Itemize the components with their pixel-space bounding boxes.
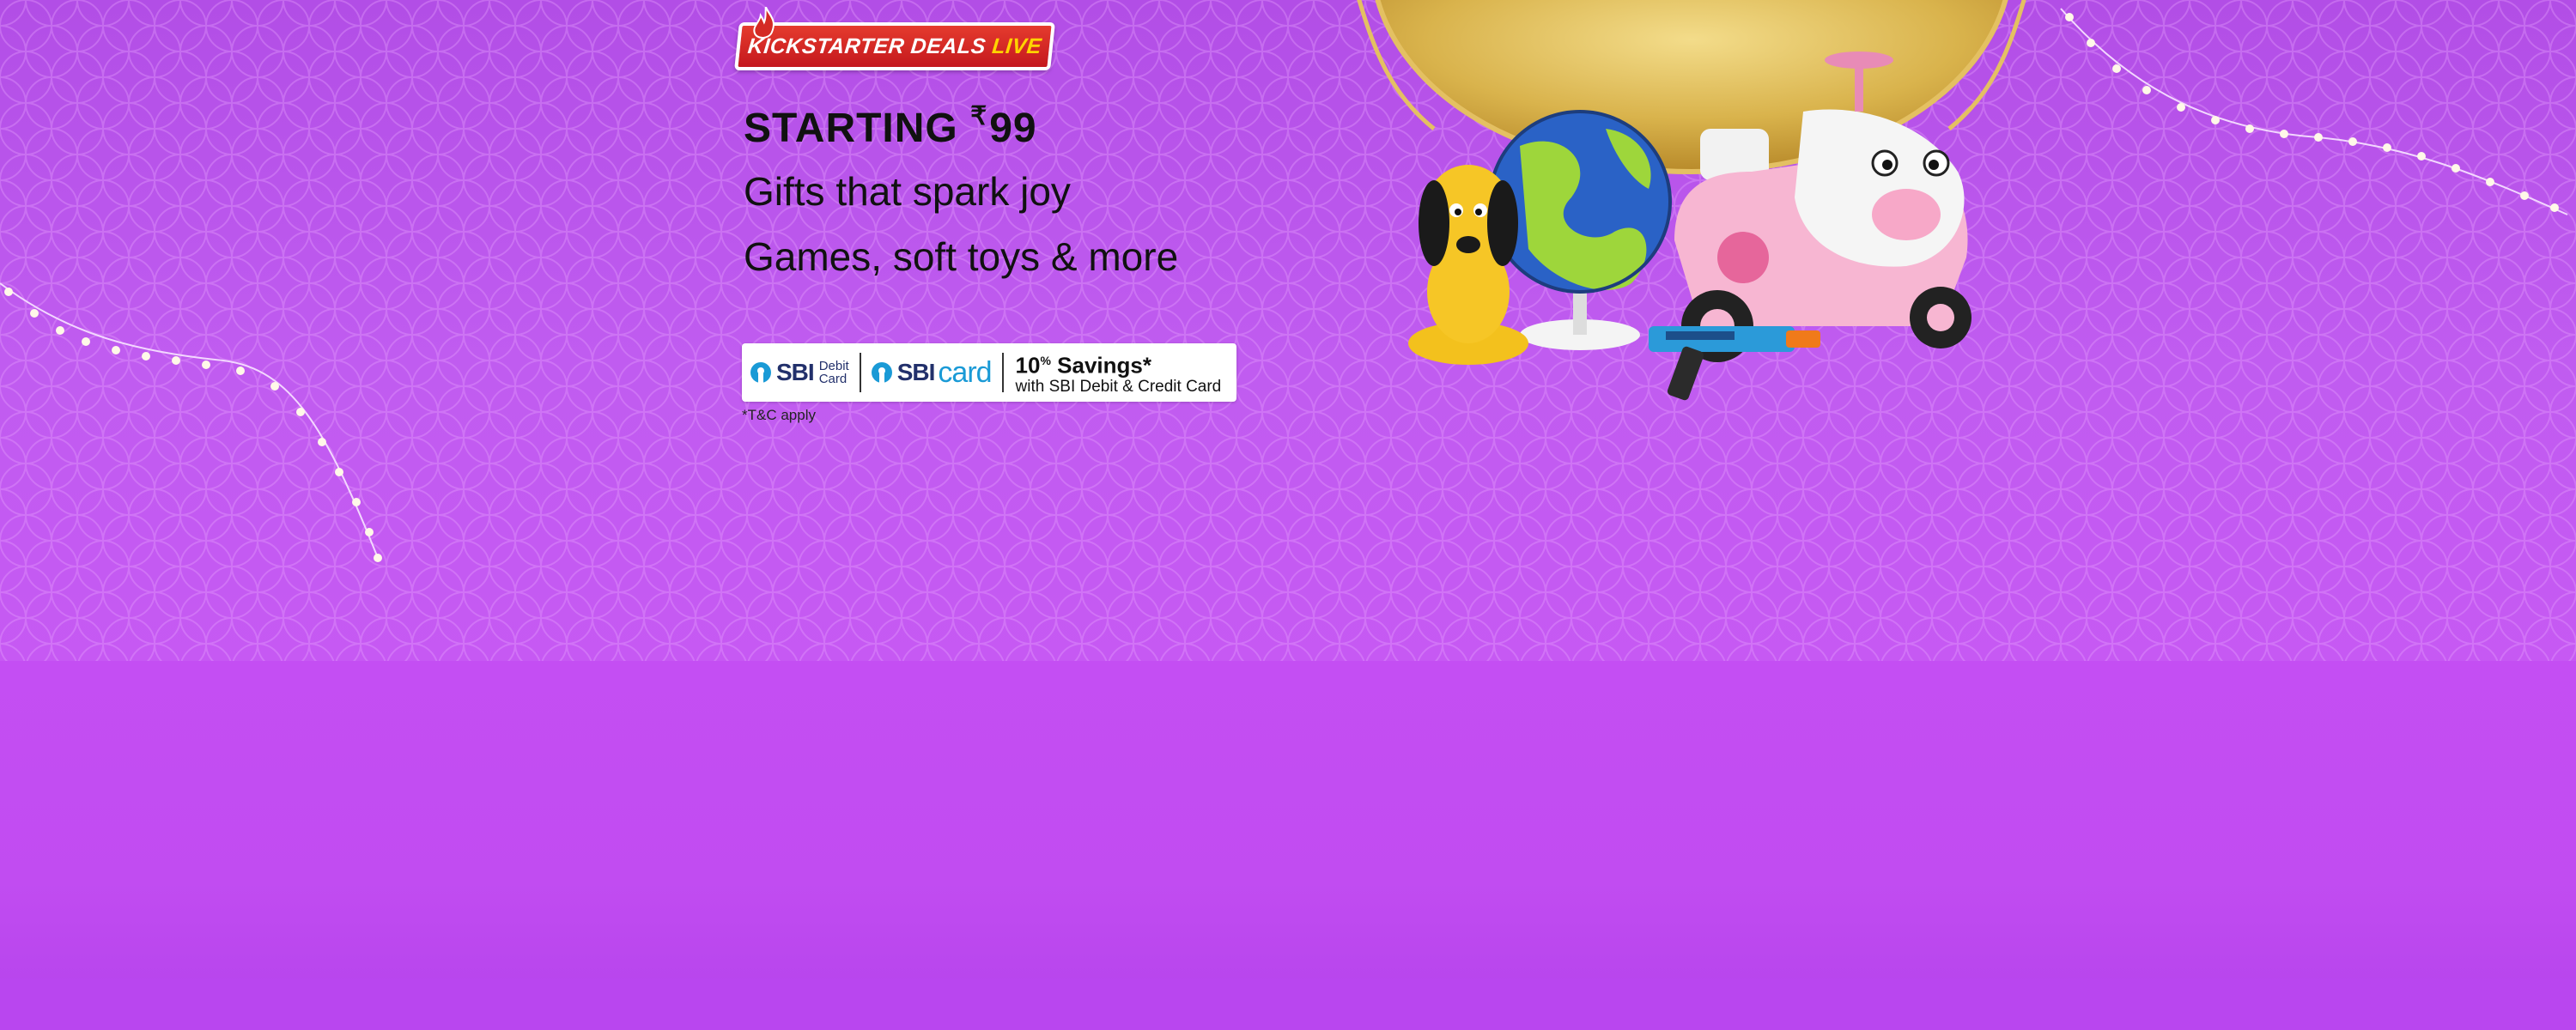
kickstarter-deals-live-badge: KICKSTARTER DEALS LIVE — [734, 7, 1055, 70]
debit-card-label: Debit Card — [819, 360, 849, 385]
sbi-logo-icon — [871, 362, 892, 383]
lower-strip — [0, 978, 2576, 1030]
flame-icon — [753, 7, 775, 39]
percent-sign: % — [1040, 354, 1051, 368]
ride-on-car-toy — [1674, 52, 1971, 362]
badge-text: KICKSTARTER DEALS LIVE — [746, 33, 1043, 59]
string-lights-decoration — [0, 8, 2568, 562]
lower-panel — [0, 661, 2576, 1030]
savings-percent: 10 — [1015, 352, 1041, 379]
promo-banner[interactable]: KICKSTARTER DEALS LIVE STARTING ₹99 Gift… — [0, 0, 2576, 1030]
toy-products-illustration — [1408, 52, 1971, 401]
offer-divider — [1001, 353, 1004, 392]
savings-subtext: with SBI Debit & Credit Card — [1015, 377, 1222, 396]
toy-blaster — [1649, 326, 1820, 401]
savings-text: 10% Savings* with SBI Debit & Credit Car… — [1016, 348, 1222, 397]
offer-divider — [859, 353, 861, 392]
sbi-card-word: card — [938, 355, 992, 389]
sbi-debit-card-logo: SBI Debit Card — [742, 359, 849, 386]
starting-price-headline: STARTING ₹99 — [744, 101, 1037, 152]
headline-prefix: STARTING — [744, 106, 958, 151]
badge-main-text: KICKSTARTER DEALS — [746, 33, 987, 58]
card-label: Card — [818, 372, 848, 386]
terms-and-conditions: *T&C apply — [742, 407, 816, 423]
plush-dog-toy — [1408, 165, 1528, 365]
savings-headline: 10% Savings* — [1016, 348, 1222, 378]
tagline-gifts: Gifts that spark joy — [744, 169, 1071, 214]
sbi-card-logo: SBI card — [871, 355, 993, 390]
savings-label: Savings* — [1057, 352, 1151, 379]
rupee-symbol: ₹ — [970, 102, 988, 130]
tagline-categories: Games, soft toys & more — [744, 234, 1179, 279]
sbi-brand-text: SBI — [896, 359, 936, 385]
headline-price: 99 — [989, 106, 1037, 151]
sbi-brand-text: SBI — [776, 359, 815, 385]
sbi-logo-icon — [750, 362, 771, 383]
badge-live-text: LIVE — [991, 33, 1043, 58]
sbi-bank-offer[interactable]: SBI Debit Card SBI card 10% Savings* wit… — [742, 343, 1236, 402]
